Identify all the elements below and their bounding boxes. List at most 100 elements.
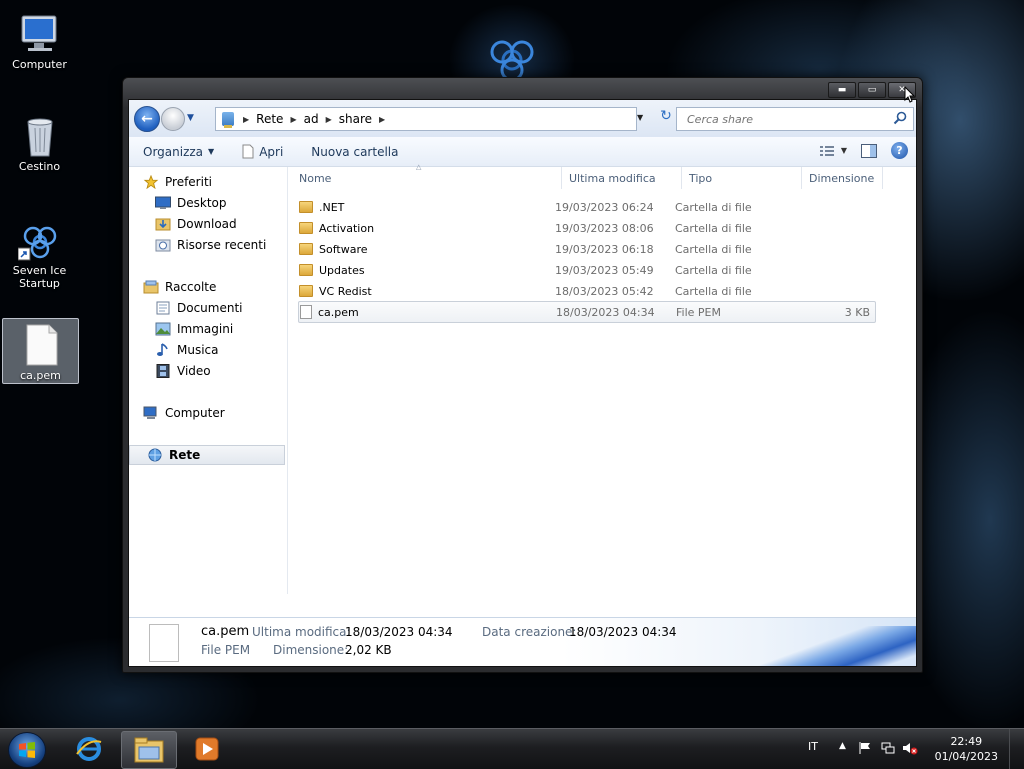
nav-item-recent[interactable]: Risorse recenti <box>155 236 266 254</box>
breadcrumb-item-ad[interactable]: ad <box>300 112 323 126</box>
preview-pane-icon[interactable] <box>861 143 877 158</box>
nav-item-computer[interactable]: Computer <box>143 404 225 422</box>
computer-icon <box>143 406 157 419</box>
nav-item-download[interactable]: Download <box>155 215 237 233</box>
breadcrumb-separator-icon[interactable]: ▶ <box>376 115 388 124</box>
taskbar-internet-explorer[interactable] <box>62 731 116 767</box>
nav-item-video[interactable]: Video <box>155 362 211 380</box>
taskbar-media-player[interactable] <box>180 731 234 767</box>
open-button[interactable]: Apri <box>232 144 293 159</box>
nav-item-libraries[interactable]: Raccolte <box>143 278 216 296</box>
view-options-button[interactable]: ▼ <box>819 145 847 157</box>
column-header-type[interactable]: Tipo <box>682 167 802 189</box>
help-icon[interactable]: ? <box>891 142 908 159</box>
nav-item-images[interactable]: Immagini <box>155 320 233 338</box>
list-view-icon <box>819 145 834 156</box>
table-row[interactable]: Software 19/03/2023 06:18 Cartella di fi… <box>299 239 875 259</box>
desktop-icon-label: Cestino <box>18 160 61 173</box>
internet-explorer-icon <box>76 737 102 761</box>
desktop-icon-recycle-bin[interactable]: Cestino <box>2 108 77 180</box>
navigation-pane: Preferiti Desktop Download Risorse recen… <box>129 167 288 594</box>
column-label: Tipo <box>689 171 713 185</box>
explorer-window[interactable]: ▬ ▭ ✕ ← ▼ ▶ Rete ▶ ad ▶ share ▶ ▼ ↻ Cerc… <box>122 77 923 673</box>
details-file-name: ca.pem <box>201 624 250 639</box>
network-icon <box>148 448 162 462</box>
details-size-label: Dimensione: <box>273 643 349 657</box>
desktop-icon-seven-ice-startup[interactable]: Seven Ice Startup <box>2 212 77 296</box>
clock[interactable]: 22:49 01/04/2023 <box>935 734 998 764</box>
refresh-icon[interactable]: ↻ <box>655 108 677 128</box>
column-header-name[interactable]: Nome △ <box>292 163 562 189</box>
breadcrumb-separator-icon[interactable]: ▶ <box>287 115 299 124</box>
back-button[interactable]: ← <box>134 106 160 132</box>
details-pane: ca.pem Ultima modifica: 18/03/2023 04:34… <box>129 617 916 666</box>
taskbar-explorer[interactable] <box>121 731 177 769</box>
breadcrumb-separator-icon[interactable]: ▶ <box>323 115 335 124</box>
column-headers: Nome △ Ultima modifica Tipo Dimensione <box>292 163 908 189</box>
desktop-icon-ca-pem[interactable]: ca.pem <box>2 318 79 384</box>
maximize-button[interactable]: ▭ <box>858 82 886 98</box>
nav-item-desktop[interactable]: Desktop <box>155 194 227 212</box>
file-size: 3 KB <box>844 305 870 319</box>
action-center-flag-icon[interactable] <box>858 741 872 755</box>
nav-item-documents[interactable]: Documenti <box>155 299 243 317</box>
nav-item-network[interactable]: Rete <box>129 445 285 465</box>
show-desktop-button[interactable] <box>1009 729 1024 769</box>
desktop-icon-computer[interactable]: Computer <box>2 6 77 76</box>
breadcrumb-separator-icon[interactable]: ▶ <box>240 115 252 124</box>
file-type: Cartella di file <box>675 284 752 298</box>
show-hidden-icons-icon[interactable]: ▲ <box>839 741 846 751</box>
breadcrumb[interactable]: ▶ Rete ▶ ad ▶ share ▶ <box>215 107 637 131</box>
folder-icon <box>299 201 313 213</box>
nav-label: Risorse recenti <box>177 238 267 252</box>
breadcrumb-item-rete[interactable]: Rete <box>252 112 287 126</box>
windows-logo-icon <box>19 742 35 758</box>
file-modified: 18/03/2023 04:34 <box>556 305 655 319</box>
star-icon <box>143 175 159 189</box>
explorer-client-area: ← ▼ ▶ Rete ▶ ad ▶ share ▶ ▼ ↻ Cerca shar… <box>128 99 917 667</box>
file-name: ca.pem <box>318 305 359 319</box>
table-row[interactable]: ca.pem 18/03/2023 04:34 File PEM 3 KB <box>298 301 876 323</box>
file-icon <box>300 305 312 319</box>
start-button[interactable] <box>8 732 46 768</box>
nav-item-music[interactable]: Musica <box>155 341 219 359</box>
folder-icon <box>299 222 313 234</box>
volume-muted-icon[interactable] <box>902 741 918 755</box>
search-icon[interactable] <box>892 110 908 126</box>
minimize-button[interactable]: ▬ <box>828 82 856 98</box>
folder-icon <box>299 285 313 297</box>
column-header-size[interactable]: Dimensione <box>802 167 883 189</box>
arrow-left-icon: ← <box>141 111 153 127</box>
table-row[interactable]: .NET 19/03/2023 06:24 Cartella di file <box>299 197 875 217</box>
table-row[interactable]: Updates 19/03/2023 05:49 Cartella di fil… <box>299 260 875 280</box>
breadcrumb-item-share[interactable]: share <box>335 112 376 126</box>
details-modified-value: 18/03/2023 04:34 <box>345 625 453 639</box>
table-row[interactable]: VC Redist 18/03/2023 05:42 Cartella di f… <box>299 281 875 301</box>
recent-places-icon <box>155 239 171 252</box>
search-field[interactable] <box>676 107 914 131</box>
nav-label: Raccolte <box>165 280 217 294</box>
forward-button[interactable] <box>161 107 185 131</box>
chevron-down-icon: ▼ <box>208 147 215 156</box>
details-size-value: 2,02 KB <box>345 643 392 657</box>
file-type: Cartella di file <box>675 200 752 214</box>
column-header-modified[interactable]: Ultima modifica <box>562 167 682 189</box>
biohazard-logo-icon <box>490 40 534 80</box>
new-folder-button[interactable]: Nuova cartella <box>301 145 408 159</box>
table-row[interactable]: Activation 19/03/2023 08:06 Cartella di … <box>299 218 875 238</box>
chevron-down-icon: ▼ <box>840 146 847 155</box>
mouse-cursor-icon <box>904 86 916 103</box>
folder-icon <box>299 243 313 255</box>
organize-button[interactable]: Organizza ▼ <box>133 145 224 159</box>
details-file-type: File PEM <box>201 643 251 657</box>
search-input[interactable] <box>685 111 889 127</box>
network-tray-icon[interactable] <box>881 741 895 755</box>
media-player-icon <box>195 737 219 761</box>
file-icon <box>19 323 63 367</box>
address-dropdown-icon[interactable]: ▼ <box>637 113 643 122</box>
recycle-bin-icon <box>18 114 62 158</box>
history-dropdown-icon[interactable]: ▼ <box>187 113 194 123</box>
music-note-icon <box>157 343 168 356</box>
nav-item-favorites[interactable]: Preferiti <box>143 173 212 191</box>
language-indicator[interactable]: IT <box>808 740 818 753</box>
